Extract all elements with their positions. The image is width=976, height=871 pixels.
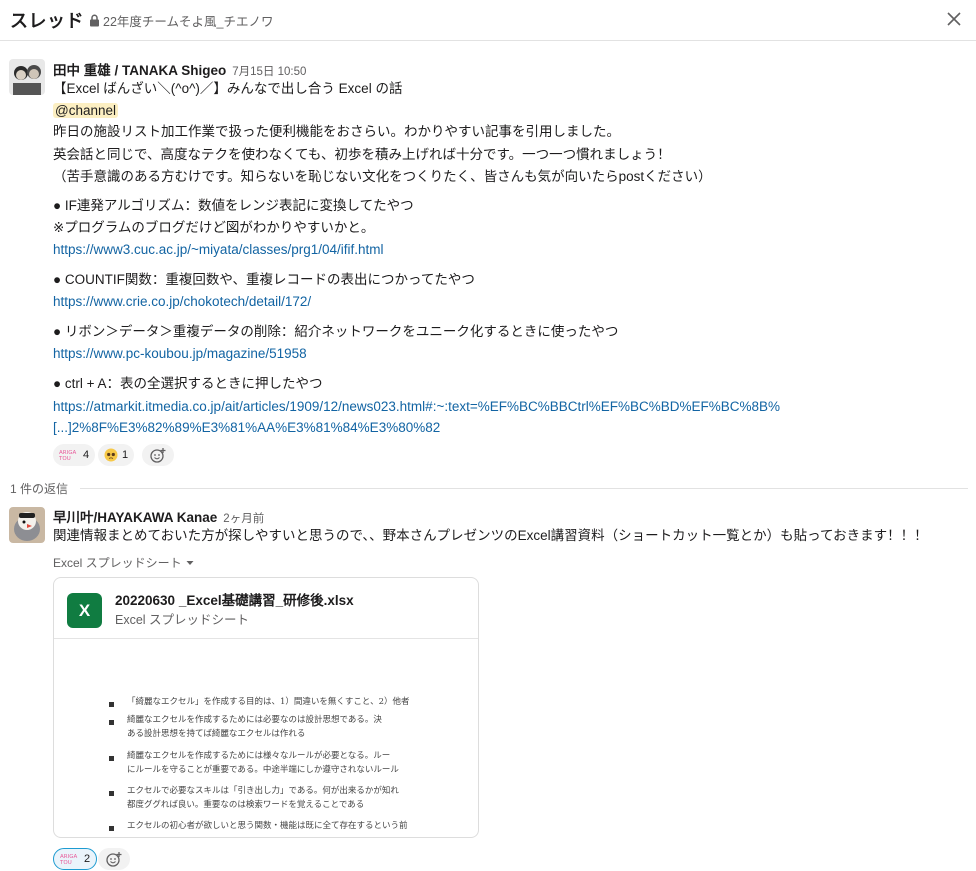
file-name[interactable]: 20220630 _Excel基礎講習_研修後.xlsx	[115, 589, 354, 609]
reaction-count: 2	[84, 853, 91, 865]
link-line: https://www3.cuc.ac.jp/~miyata/classes/p…	[53, 240, 384, 260]
preview-line: エクセルで必要なスキルは「引き出し力」である。何が出来るかが知れ	[127, 786, 399, 796]
file-type: Excel スプレッドシート	[115, 613, 250, 627]
add-reaction-button[interactable]	[142, 444, 174, 466]
file-type-label: Excel スプレッドシート	[53, 556, 182, 570]
reaction-count: 1	[122, 449, 129, 461]
reaction-arigato[interactable]: ARIGA TOU 2	[53, 848, 98, 870]
message-line: 英会話と同じで、高度なテクを使わなくても、初歩を積み上げれば十分です。一つ一つ慣…	[53, 147, 671, 162]
caret-down-icon	[186, 560, 194, 565]
svg-text:TOU: TOU	[59, 456, 71, 462]
replies-divider	[80, 488, 968, 489]
bullet-line: ● リボン＞データ＞重複データの削除：紹介ネットワークをユニーク化するときに使っ…	[53, 324, 619, 339]
timestamp[interactable]: 2ヶ月前	[223, 513, 264, 525]
arigato-icon: ARIGATOU	[59, 450, 76, 462]
channel-mention[interactable]: @channel	[53, 103, 118, 118]
preview-line: 都度ググれば良い。重要なのは検索ワードを覚えることである	[127, 800, 365, 810]
message-line: 【Excel ばんざい＼(^o^)／】みんなで出し合う Excel の話	[53, 81, 403, 96]
reaction-count: 4	[83, 449, 90, 461]
reply-header: 早川叶/HAYAKAWA Kanae 2ヶ月前	[53, 506, 264, 526]
preview-line: 「綺麗なエクセル」を作成する目的は、1）間違いを無くすこと、2）他者	[127, 697, 410, 707]
message-header: 田中 重雄 / TANAKA Shigeo 7月15日 10:50	[53, 59, 306, 79]
preview-line: 綺麗なエクセルを作成するためには必要なのは設計思想である。決	[127, 715, 382, 725]
reaction-pleading[interactable]: 1	[98, 444, 135, 466]
avatar-hayakawa[interactable]	[9, 507, 45, 543]
timestamp[interactable]: 7月15日 10:50	[232, 66, 306, 78]
arigato-icon: ARIGATOU	[60, 854, 77, 866]
pleading-face-icon	[104, 448, 118, 462]
avatar-tanaka[interactable]	[9, 59, 45, 95]
reaction-arigato[interactable]: ARIGA TOU 4	[53, 444, 96, 466]
excel-icon: X	[67, 593, 102, 628]
file-attachment-header: X 20220630 _Excel基礎講習_研修後.xlsx Excel スプレ…	[54, 578, 478, 639]
close-button[interactable]	[942, 7, 966, 31]
preview-line: ある設計思想を持てば綺麗なエクセルは作れる	[127, 729, 306, 739]
svg-text:TOU: TOU	[60, 860, 72, 866]
author-name[interactable]: 田中 重雄 / TANAKA Shigeo	[53, 63, 226, 78]
message-line: （苦手意識のある方むけです。知らないを恥じない文化をつくりたく、皆さんも気が向い…	[53, 169, 712, 184]
article-link[interactable]: https://www3.cuc.ac.jp/~miyata/classes/p…	[53, 242, 384, 257]
add-reaction-button[interactable]	[98, 848, 130, 870]
article-link[interactable]: https://www.crie.co.jp/chokotech/detail/…	[53, 294, 311, 309]
channel-name: 22年度チームそよ風_チエノワ	[103, 15, 274, 29]
preview-line: にルールを守ることが重要である。中途半端にしか遵守されないルール	[127, 765, 399, 775]
reply-text: 関連情報まとめておいた方が探しやすいと思うので、、野本さんプレゼンツのExcel…	[53, 528, 928, 543]
article-link[interactable]: https://www.pc-koubou.jp/magazine/51958	[53, 346, 307, 361]
message-line: 昨日の施設リスト加工作業で扱った便利機能をおさらい。わかりやすい記事を引用しまし…	[53, 124, 620, 139]
add-emoji-icon	[150, 448, 166, 463]
link-line: https://www.crie.co.jp/chokotech/detail/…	[53, 292, 311, 312]
channel-link[interactable]: 22年度チームそよ風_チエノワ	[89, 11, 273, 30]
add-emoji-icon	[106, 852, 122, 867]
close-icon	[947, 12, 961, 26]
article-link[interactable]: https://atmarkit.itmedia.co.jp/ait/artic…	[53, 399, 780, 414]
lock-icon	[89, 14, 100, 27]
link-line: [...]2%8F%E3%82%89%E3%81%AA%E3%81%84%E3%…	[53, 418, 440, 438]
bullet-line: ● ctrl + A：表の全選択するときに押したやつ	[53, 376, 323, 391]
message-line: @channel	[53, 101, 118, 121]
thread-title: スレッド	[10, 11, 84, 31]
message-line: ※プログラムのブログだけど図がわかりやすいかと。	[53, 220, 375, 235]
bullet-line: ● COUNTIF関数：重複回数や、重複レコードの表出につかってたやつ	[53, 272, 475, 287]
replies-count-label: 1 件の返信	[10, 480, 75, 497]
link-line: https://www.pc-koubou.jp/magazine/51958	[53, 344, 307, 364]
author-name[interactable]: 早川叶/HAYAKAWA Kanae	[53, 510, 217, 525]
file-attachment-card[interactable]: X 20220630 _Excel基礎講習_研修後.xlsx Excel スプレ…	[53, 577, 479, 838]
link-line: https://atmarkit.itmedia.co.jp/ait/artic…	[53, 397, 780, 417]
preview-line: 綺麗なエクセルを作成するためには様々なルールが必要となる。ルー	[127, 751, 391, 761]
bullet-line: ● IF連発アルゴリズム：数値をレンジ表記に変換してたやつ	[53, 198, 414, 213]
file-preview[interactable]: 「綺麗なエクセル」を作成する目的は、1）間違いを無くすこと、2）他者 綺麗なエク…	[54, 640, 478, 837]
preview-line: エクセルの初心者が欲しいと思う関数・機能は既に全て存在するという前	[127, 821, 408, 831]
article-link[interactable]: [...]2%8F%E3%82%89%E3%81%AA%E3%81%84%E3%…	[53, 420, 440, 435]
thread-header: スレッド 22年度チームそよ風_チエノワ	[0, 0, 976, 41]
file-type-toggle[interactable]: Excel スプレッドシート	[53, 554, 194, 571]
